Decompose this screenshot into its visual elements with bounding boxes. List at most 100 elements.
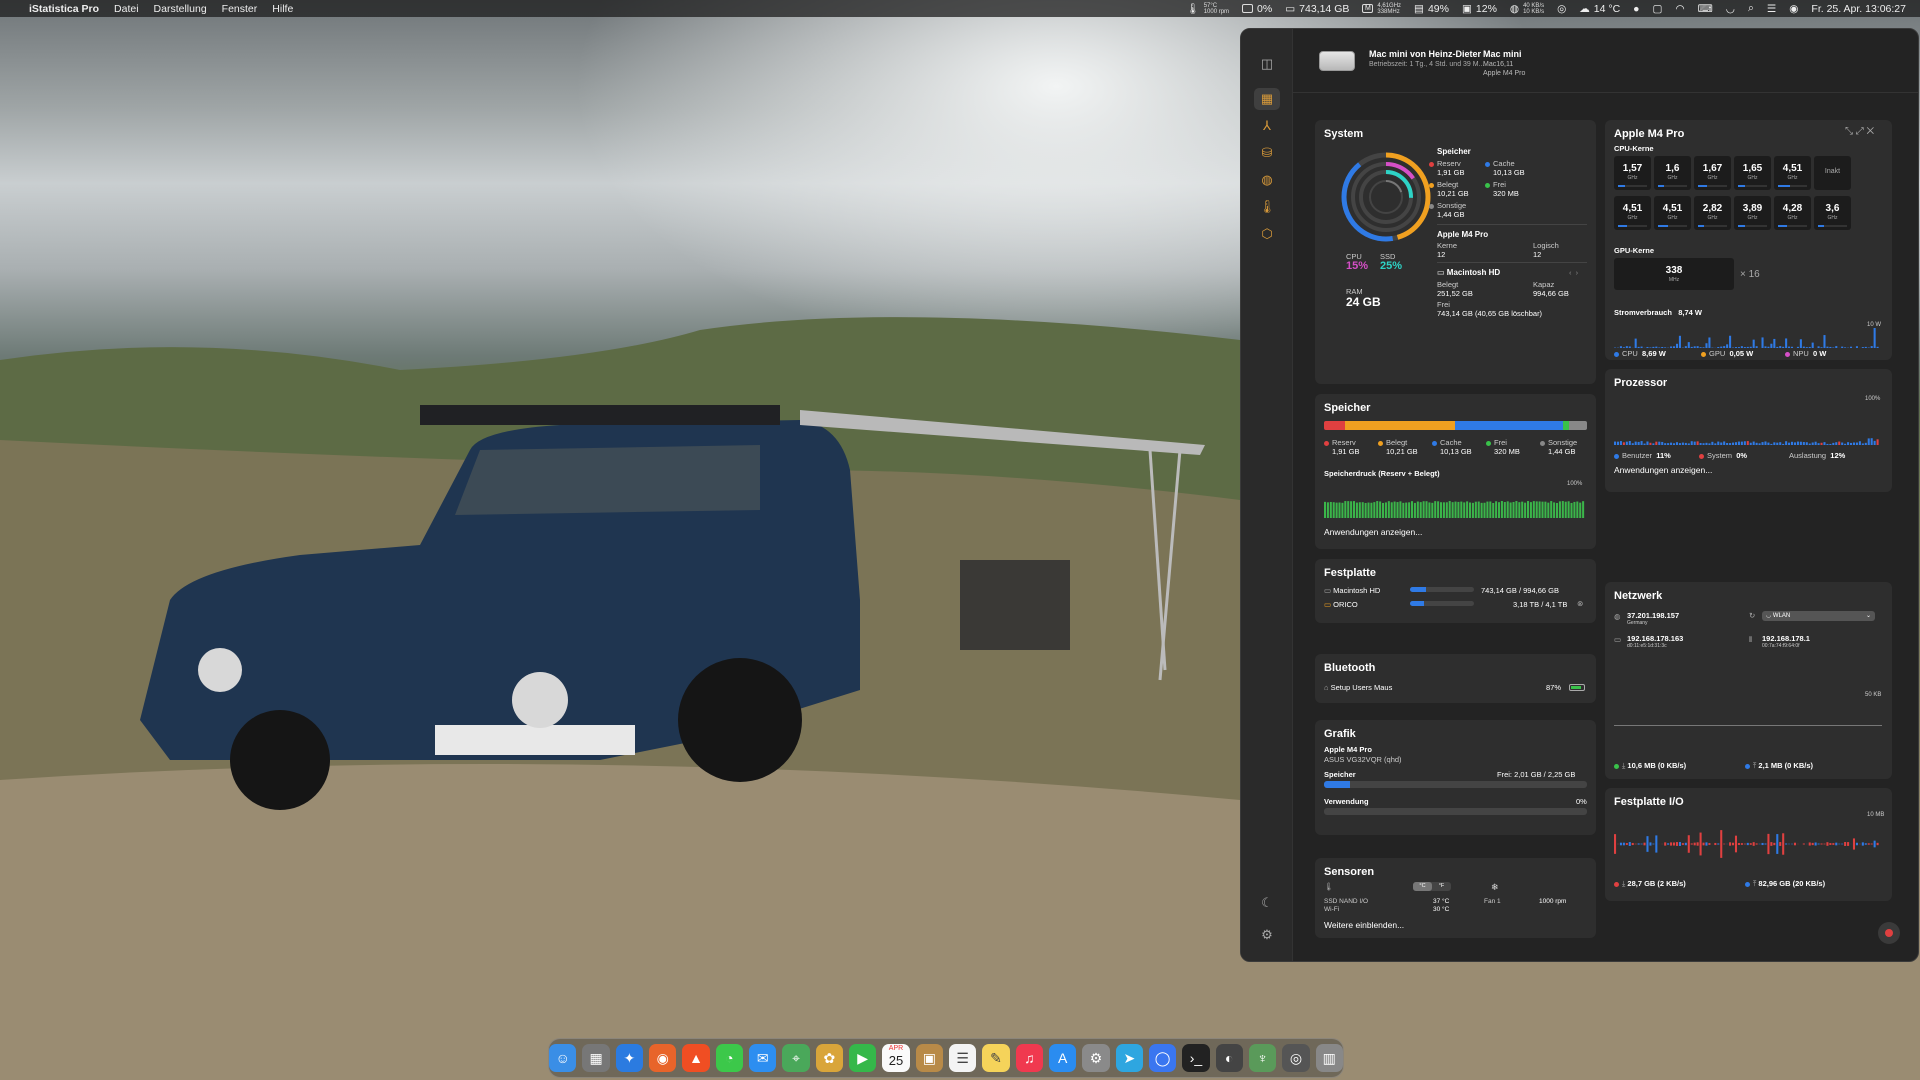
menubar-freq[interactable]: M 4,61GHz 338MHz — [1362, 3, 1401, 15]
card-title: Grafik — [1324, 728, 1356, 740]
settings-icon[interactable]: ⚙ — [1082, 1044, 1110, 1072]
istat-icon[interactable]: ◐ — [1215, 1044, 1243, 1072]
facetime-icon[interactable]: ▶ — [849, 1044, 877, 1072]
core-load-bar — [1778, 185, 1807, 187]
reminders-icon[interactable]: ☰ — [949, 1044, 977, 1072]
menu-datei[interactable]: Datei — [114, 3, 139, 15]
trash-icon[interactable]: ▥ — [1315, 1044, 1343, 1072]
power-label: Stromverbrauch — [1614, 308, 1672, 317]
interface-select[interactable]: ◡ WLAN ⌄ — [1762, 611, 1875, 621]
unit-fahrenheit[interactable]: °F — [1432, 882, 1451, 891]
control-center-icon[interactable]: ☰ — [1767, 3, 1776, 15]
bt-battery: 87% — [1546, 683, 1562, 692]
launchpad-icon[interactable]: ▦ — [582, 1044, 610, 1072]
frei-label: Frei — [1493, 180, 1506, 189]
dashboard-icon[interactable]: ▦ — [1254, 88, 1280, 110]
unit-celsius[interactable]: °C — [1413, 882, 1432, 891]
calendar-icon[interactable]: APR 25 — [882, 1044, 910, 1072]
menubar-cpu[interactable]: ▣ 12% — [1462, 3, 1497, 15]
clock[interactable]: Fr. 25. Apr. 13:06:27 — [1811, 3, 1906, 15]
core-value: 3,89 — [1742, 203, 1763, 214]
window-menu-icon[interactable]: ▢ — [1653, 3, 1663, 15]
processes-icon[interactable]: ⅄ — [1254, 115, 1280, 137]
appstore-icon[interactable]: A — [1048, 1044, 1077, 1072]
moon-icon[interactable]: ☾ — [1254, 892, 1280, 914]
maps-icon[interactable]: ⌖ — [782, 1044, 810, 1072]
uptime: Betriebszeit: 1 Tg., 4 Std. und 39 M... — [1369, 61, 1485, 68]
refresh-icon[interactable]: ↻ — [1749, 611, 1755, 620]
firefox-icon[interactable]: ◉ — [649, 1044, 677, 1072]
card-title: System — [1324, 128, 1364, 140]
core-value: 4,51 — [1782, 163, 1803, 174]
show-apps-link[interactable]: Anwendungen anzeigen... — [1614, 465, 1712, 475]
notes-box-icon[interactable]: ▣ — [915, 1044, 943, 1072]
wifi-icon[interactable]: ◡ — [1726, 3, 1735, 15]
photos-icon[interactable]: ✿ — [815, 1044, 844, 1072]
vpn-icon[interactable]: ♆ — [1248, 1044, 1277, 1072]
safari-icon[interactable]: ✦ — [615, 1044, 644, 1072]
notes-icon[interactable]: ✎ — [982, 1044, 1010, 1072]
core-unit: GHz — [1707, 215, 1718, 221]
disk1-value: 743,14 GB / 994,66 GB — [1481, 586, 1559, 595]
io-card: Festplatte I/O 10 MB ⤓ 28,7 GB (2 KB/s) … — [1605, 788, 1892, 901]
menu-darstellung[interactable]: Darstellung — [154, 3, 207, 15]
music-icon[interactable]: ♫ — [1015, 1044, 1043, 1072]
sonstige-label: Sonstige — [1437, 201, 1467, 210]
menubar-disk[interactable]: ▭ 743,14 GB — [1285, 3, 1349, 15]
menubar-weather[interactable]: ☁ 14 °C — [1579, 3, 1620, 15]
card-title: Sensoren — [1324, 866, 1375, 878]
show-apps-link[interactable]: Anwendungen anzeigen... — [1324, 527, 1422, 537]
record-button[interactable] — [1878, 922, 1900, 944]
menubar-gpu[interactable]: 0% — [1242, 3, 1272, 15]
settings-icon[interactable]: ⚙ — [1254, 924, 1280, 946]
search-icon[interactable]: ⌕ — [1748, 2, 1754, 15]
mac-mini-icon — [1319, 51, 1355, 71]
finder-icon[interactable]: ☺ — [549, 1044, 577, 1072]
network-globe-icon[interactable]: ◍ — [1254, 169, 1280, 191]
signal-icon[interactable]: ◯ — [1148, 1044, 1177, 1072]
brave-icon[interactable]: ▲ — [682, 1044, 710, 1072]
compass-icon[interactable]: ◎ — [1282, 1044, 1310, 1072]
menubar-network[interactable]: ◍ 40 KB/s 10 KB/s — [1510, 3, 1544, 15]
gpu-use-bar — [1324, 808, 1587, 815]
expand-icons[interactable]: ⤡ ⤢ ✕ — [1845, 126, 1874, 137]
box-icon[interactable]: ⬡ — [1254, 223, 1280, 245]
messages-icon[interactable]: ◔ — [715, 1044, 744, 1072]
istat-menu-icon[interactable]: ◎ — [1557, 3, 1566, 15]
unit-toggle[interactable]: °C °F — [1413, 882, 1451, 891]
sidebar: ◫ ▦ ⅄ ⛁ ◍ 🌡 ⬡ ☾ ⚙ — [1241, 29, 1293, 961]
mail-icon[interactable]: ✉ — [749, 1044, 777, 1072]
fan-value: 1000 rpm — [1539, 898, 1567, 905]
circle-menu-icon[interactable]: ● — [1633, 3, 1639, 15]
gpu-use-label: Verwendung — [1324, 797, 1369, 806]
sensors-icon[interactable]: 🌡 — [1254, 196, 1280, 218]
gpu-unit: MHz — [1668, 277, 1680, 283]
net-down: 10 KB/s — [1523, 8, 1545, 15]
show-more-link[interactable]: Weitere einblenden... — [1324, 920, 1404, 930]
legend-cache: Cache — [1485, 159, 1515, 168]
headset-icon[interactable]: ◠ — [1675, 3, 1684, 15]
disk-frei-value: 743,14 GB (40,65 GB löschbar) — [1437, 309, 1543, 318]
menu-hilfe[interactable]: Hilfe — [272, 3, 293, 15]
menubar-temp[interactable]: 🌡 57°C 1000 rpm — [1186, 2, 1229, 16]
sonstige-value: 1,44 GB — [1437, 210, 1465, 219]
disk-nav-arrows[interactable]: ‹ › — [1569, 268, 1578, 277]
menubar-memory[interactable]: ▤ 49% — [1414, 3, 1449, 15]
siri-icon[interactable]: ◉ — [1789, 3, 1798, 15]
card-title: Prozessor — [1614, 377, 1668, 389]
sidebar-toggle-icon[interactable]: ◫ — [1254, 53, 1280, 75]
app-menu[interactable]: iStatistica Pro — [29, 3, 99, 15]
menu-fenster[interactable]: Fenster — [222, 3, 258, 15]
disk-icon[interactable]: ⛁ — [1254, 142, 1280, 164]
core-unit: GHz — [1627, 175, 1638, 181]
legend-frei: Frei — [1485, 180, 1506, 189]
telegram-icon[interactable]: ➤ — [1115, 1044, 1143, 1072]
eject-icon[interactable]: ⊗ — [1577, 599, 1583, 608]
speicher-card: Speicher Reserv 1,91 GB Belegt 10,21 GB Cach… — [1315, 394, 1596, 549]
chip-icon: M — [1362, 4, 1374, 13]
grafik-card: Grafik Apple M4 Pro ASUS VG32VQR (qhd) S… — [1315, 720, 1596, 835]
keyboard-icon[interactable]: ⌨ — [1698, 3, 1713, 15]
terminal-icon[interactable]: ›_ — [1182, 1044, 1210, 1072]
cpu-icon: ▣ — [1461, 2, 1472, 15]
sensoren-card: Sensoren °C °F 🌡 ❄ SSD NAND I/O 37 °C Wi… — [1315, 858, 1596, 938]
